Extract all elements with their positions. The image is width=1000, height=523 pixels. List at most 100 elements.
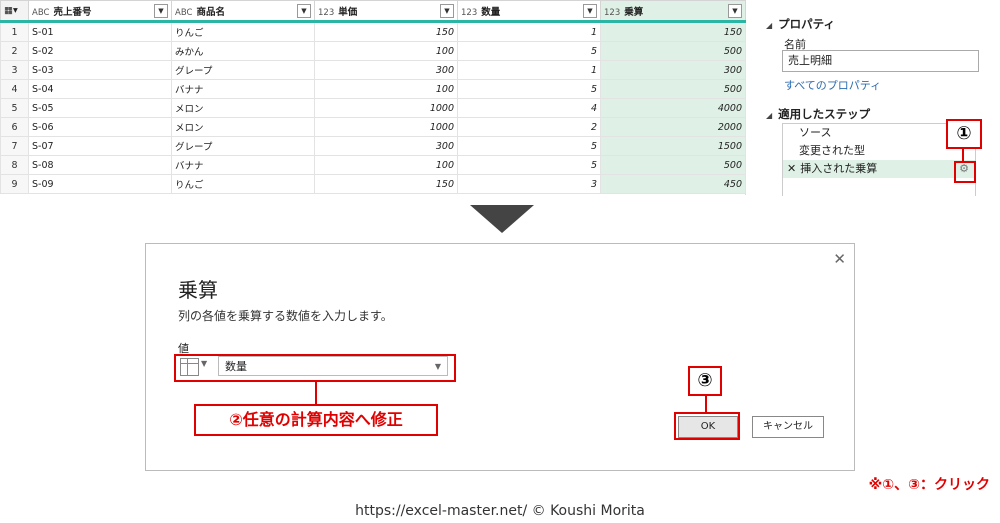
sales-no-cell: S-02: [28, 41, 172, 61]
product-cell: バナナ: [171, 79, 315, 99]
table-row[interactable]: 6 S-06 メロン 1000 2 2000: [0, 117, 746, 137]
product-cell: みかん: [171, 41, 315, 61]
filter-dropdown-icon[interactable]: ▼: [440, 4, 454, 18]
column-header-product[interactable]: ABC 商品名 ▼: [171, 0, 315, 23]
click-note: ※①、③：クリック: [868, 477, 990, 493]
filter-dropdown-icon[interactable]: ▼: [583, 4, 597, 18]
table-row[interactable]: 1 S-01 りんご 150 1 150: [0, 21, 746, 42]
quantity-cell: 5: [457, 79, 601, 99]
table-row[interactable]: 3 S-03 グレープ 300 1 300: [0, 60, 746, 80]
text-type-icon: ABC: [175, 7, 193, 18]
row-number: 9: [0, 174, 29, 194]
collapse-caret-icon: ◢: [766, 111, 773, 120]
applied-steps-header[interactable]: ◢ 適用したステップ: [766, 106, 870, 122]
table-row[interactable]: 2 S-02 みかん 100 5 500: [0, 41, 746, 61]
column-header-price[interactable]: 123 単価 ▼: [314, 0, 458, 23]
price-cell: 100: [314, 155, 458, 175]
quantity-cell: 1: [457, 21, 601, 42]
table-menu-icon[interactable]: ▦▾: [0, 0, 29, 23]
product-cell: メロン: [171, 98, 315, 118]
table-row[interactable]: 8 S-08 バナナ 100 5 500: [0, 155, 746, 175]
multiply-cell: 450: [600, 174, 746, 194]
callout-line: [315, 380, 317, 404]
sales-no-cell: S-01: [28, 21, 172, 42]
sales-no-cell: S-04: [28, 79, 172, 99]
sales-no-cell: S-08: [28, 155, 172, 175]
dialog-description: 列の各値を乗算する数値を入力します。: [178, 309, 393, 323]
multiply-cell: 500: [600, 155, 746, 175]
multiply-cell: 1500: [600, 136, 746, 156]
price-cell: 150: [314, 21, 458, 42]
table-row[interactable]: 4 S-04 バナナ 100 5 500: [0, 79, 746, 99]
quantity-cell: 5: [457, 136, 601, 156]
sales-no-cell: S-09: [28, 174, 172, 194]
product-cell: グレープ: [171, 136, 315, 156]
quantity-cell: 4: [457, 98, 601, 118]
price-cell: 150: [314, 174, 458, 194]
multiply-cell: 150: [600, 21, 746, 42]
row-number: 4: [0, 79, 29, 99]
product-cell: グレープ: [171, 60, 315, 80]
quantity-cell: 3: [457, 174, 601, 194]
column-header-quantity[interactable]: 123 数量 ▼: [457, 0, 601, 23]
copyright-credit: https://excel-master.net/ © Koushi Morit…: [355, 503, 645, 519]
callout-line: [962, 147, 964, 161]
quantity-cell: 5: [457, 155, 601, 175]
filter-dropdown-icon[interactable]: ▼: [728, 4, 742, 18]
multiply-cell: 300: [600, 60, 746, 80]
multiply-cell: 500: [600, 41, 746, 61]
table-row[interactable]: 9 S-09 りんご 150 3 450: [0, 174, 746, 194]
step-inserted-multiply[interactable]: ✕ 挿入された乗算 ⚙: [783, 160, 975, 178]
price-cell: 100: [314, 41, 458, 61]
quantity-cell: 5: [457, 41, 601, 61]
quantity-cell: 1: [457, 60, 601, 80]
column-name: 数量: [481, 6, 501, 18]
all-properties-link[interactable]: すべてのプロパティ: [784, 77, 881, 93]
row-number: 5: [0, 98, 29, 118]
price-cell: 300: [314, 60, 458, 80]
down-arrow-icon: [470, 205, 534, 233]
text-type-icon: ABC: [32, 7, 50, 18]
sales-no-cell: S-05: [28, 98, 172, 118]
row-number: 7: [0, 136, 29, 156]
table-row[interactable]: 7 S-07 グレープ 300 5 1500: [0, 136, 746, 156]
quantity-cell: 2: [457, 117, 601, 137]
column-name: 単価: [338, 6, 358, 18]
product-cell: メロン: [171, 117, 315, 137]
multiply-cell: 2000: [600, 117, 746, 137]
price-cell: 300: [314, 136, 458, 156]
row-number: 3: [0, 60, 29, 80]
price-cell: 1000: [314, 98, 458, 118]
properties-section-header[interactable]: ◢ プロパティ: [766, 16, 835, 32]
callout-2: ②任意の計算内容へ修正: [194, 404, 438, 436]
data-grid: ▦▾ ABC 売上番号 ▼ ABC 商品名 ▼ 123 単価 ▼ 123 数量 ▼ 123 乗算 ▼…: [0, 0, 746, 195]
close-icon[interactable]: ✕: [833, 250, 846, 268]
step-label: 挿入された乗算: [800, 162, 878, 175]
filter-dropdown-icon[interactable]: ▼: [297, 4, 311, 18]
product-cell: りんご: [171, 21, 315, 42]
product-cell: バナナ: [171, 155, 315, 175]
number-type-icon: 123: [461, 7, 478, 18]
column-header-sales-no[interactable]: ABC 売上番号 ▼: [28, 0, 172, 23]
column-name: 商品名: [196, 6, 225, 18]
sales-no-cell: S-03: [28, 60, 172, 80]
row-number: 2: [0, 41, 29, 61]
column-header-multiply[interactable]: 123 乗算 ▼: [600, 0, 746, 23]
query-settings-pane: ◢ プロパティ 名前 売上明細 すべてのプロパティ ◢ 適用したステップ ソース 変…: [758, 0, 1000, 196]
delete-step-icon[interactable]: ✕: [787, 162, 796, 175]
multiply-dialog: ✕ 乗算 列の各値を乗算する数値を入力します。 値 ▼ 数量 ▼ ②任意の計算内容…: [145, 243, 855, 471]
number-type-icon: 123: [318, 7, 335, 18]
cancel-button[interactable]: キャンセル: [752, 416, 824, 438]
filter-dropdown-icon[interactable]: ▼: [154, 4, 168, 18]
multiply-cell: 4000: [600, 98, 746, 118]
dialog-title: 乗算: [178, 278, 218, 302]
multiply-cell: 500: [600, 79, 746, 99]
row-number: 8: [0, 155, 29, 175]
query-name-input[interactable]: 売上明細: [782, 50, 979, 72]
section-title: 適用したステップ: [778, 107, 871, 121]
gear-highlight-box: [954, 161, 976, 183]
column-name: 売上番号: [53, 6, 92, 18]
callout-line: [705, 394, 707, 414]
row-number: 1: [0, 21, 29, 42]
table-row[interactable]: 5 S-05 メロン 1000 4 4000: [0, 98, 746, 118]
